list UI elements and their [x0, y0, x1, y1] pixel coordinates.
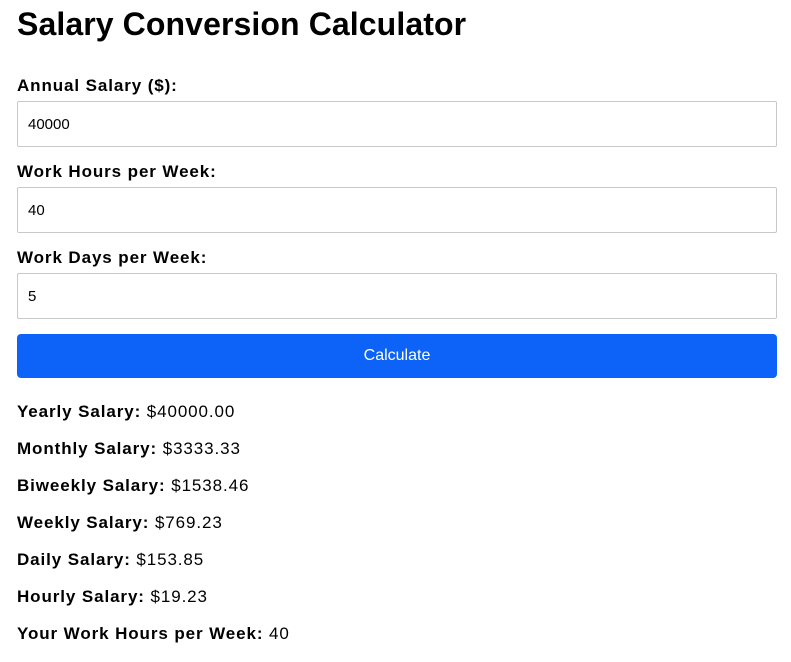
result-monthly: Monthly Salary: $3333.33 [17, 439, 777, 459]
hours-per-week-field: Work Hours per Week: [17, 162, 777, 233]
days-per-week-label: Work Days per Week: [17, 248, 208, 267]
hours-per-week-input[interactable] [17, 187, 777, 233]
result-hourly-value: $19.23 [150, 587, 208, 606]
result-daily: Daily Salary: $153.85 [17, 550, 777, 570]
annual-salary-label: Annual Salary ($): [17, 76, 178, 95]
result-monthly-label: Monthly Salary: [17, 439, 158, 458]
results-section: Yearly Salary: $40000.00 Monthly Salary:… [17, 402, 777, 644]
result-work-hours-label: Your Work Hours per Week: [17, 624, 264, 643]
result-biweekly-label: Biweekly Salary: [17, 476, 166, 495]
result-hourly-label: Hourly Salary: [17, 587, 145, 606]
hours-per-week-label: Work Hours per Week: [17, 162, 217, 181]
annual-salary-input[interactable] [17, 101, 777, 147]
result-yearly-label: Yearly Salary: [17, 402, 142, 421]
result-biweekly: Biweekly Salary: $1538.46 [17, 476, 777, 496]
result-daily-value: $153.85 [136, 550, 205, 569]
result-weekly-label: Weekly Salary: [17, 513, 150, 532]
result-biweekly-value: $1538.46 [171, 476, 250, 495]
calculate-button[interactable]: Calculate [17, 334, 777, 378]
result-weekly-value: $769.23 [154, 513, 223, 532]
calculator-container: Salary Conversion Calculator Annual Sala… [0, 0, 791, 644]
result-weekly: Weekly Salary: $769.23 [17, 513, 777, 533]
result-yearly: Yearly Salary: $40000.00 [17, 402, 777, 422]
result-hourly: Hourly Salary: $19.23 [17, 587, 777, 607]
days-per-week-input[interactable] [17, 273, 777, 319]
page-title: Salary Conversion Calculator [17, 6, 467, 42]
result-monthly-value: $3333.33 [162, 439, 241, 458]
result-yearly-value: $40000.00 [146, 402, 236, 421]
days-per-week-field: Work Days per Week: [17, 248, 777, 319]
annual-salary-field: Annual Salary ($): [17, 76, 777, 147]
result-work-hours: Your Work Hours per Week: 40 [17, 624, 777, 644]
result-daily-label: Daily Salary: [17, 550, 131, 569]
result-work-hours-value: 40 [269, 624, 290, 643]
